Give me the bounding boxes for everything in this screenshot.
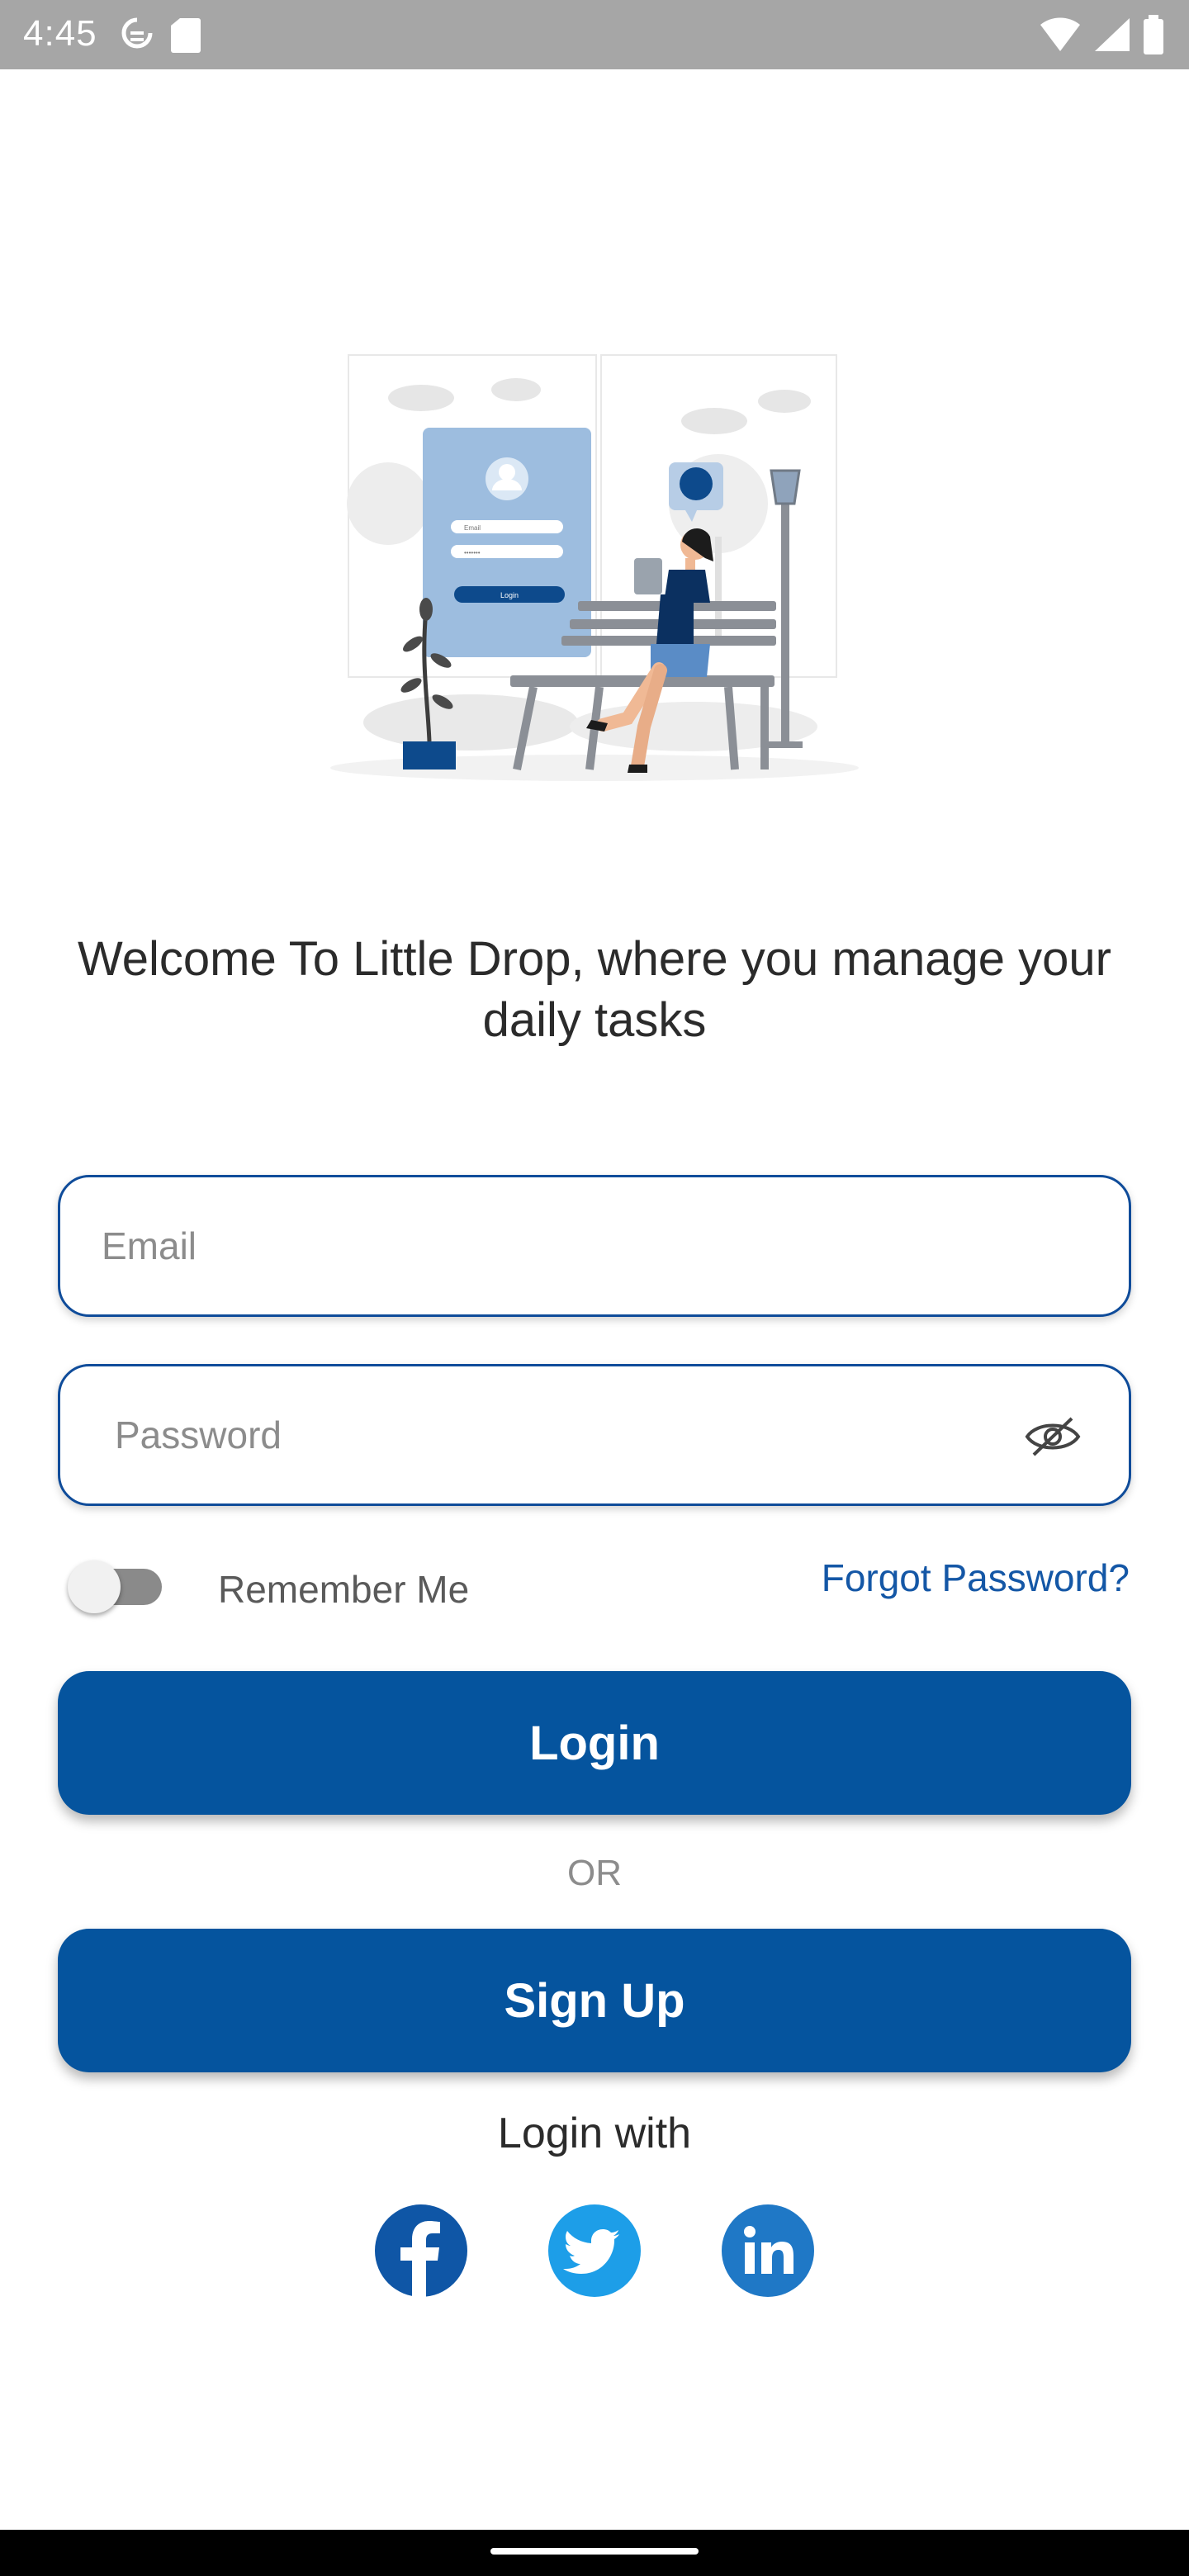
or-divider: OR xyxy=(567,1853,622,1893)
twitter-icon xyxy=(548,2204,641,2297)
sync-icon xyxy=(121,17,153,49)
password-input[interactable] xyxy=(115,1366,1023,1503)
remember-me-label: Remember Me xyxy=(218,1568,470,1611)
switch-thumb xyxy=(68,1560,121,1613)
mock-password-text: ••••••• xyxy=(464,549,481,556)
password-field[interactable] xyxy=(58,1364,1131,1506)
eye-off-icon xyxy=(1025,1417,1081,1456)
linkedin-icon xyxy=(722,2204,814,2297)
status-right-icons xyxy=(1039,13,1164,56)
email-field[interactable] xyxy=(58,1175,1131,1317)
sd-card-icon xyxy=(171,18,201,53)
forgot-password-link[interactable]: Forgot Password? xyxy=(822,1556,1130,1600)
mock-email-text: Email xyxy=(464,524,481,532)
twitter-login-button[interactable] xyxy=(547,2203,642,2299)
remember-me-switch[interactable] xyxy=(68,1560,167,1613)
system-navigation-bar xyxy=(0,2530,1189,2576)
facebook-login-button[interactable] xyxy=(373,2203,469,2299)
login-illustration: Email ••••••• Login xyxy=(306,347,883,793)
home-gesture-handle[interactable] xyxy=(490,2548,699,2555)
battery-icon xyxy=(1144,15,1163,54)
status-left-icons xyxy=(121,15,201,54)
wifi-icon xyxy=(1040,17,1080,52)
mock-login-text: Login xyxy=(500,591,519,599)
sign-up-button[interactable]: Sign Up xyxy=(58,1929,1131,2072)
login-with-heading: Login with xyxy=(497,2110,692,2157)
email-input[interactable] xyxy=(102,1177,1010,1314)
linkedin-login-button[interactable] xyxy=(720,2203,816,2299)
status-bar: 4:45 xyxy=(0,0,1189,69)
status-time: 4:45 xyxy=(23,13,97,54)
signal-icon xyxy=(1095,18,1130,51)
login-button[interactable]: Login xyxy=(58,1671,1131,1815)
welcome-message: Welcome To Little Drop, where you manage… xyxy=(78,932,1111,1047)
facebook-icon xyxy=(375,2204,467,2299)
password-visibility-toggle[interactable] xyxy=(1023,1409,1082,1464)
